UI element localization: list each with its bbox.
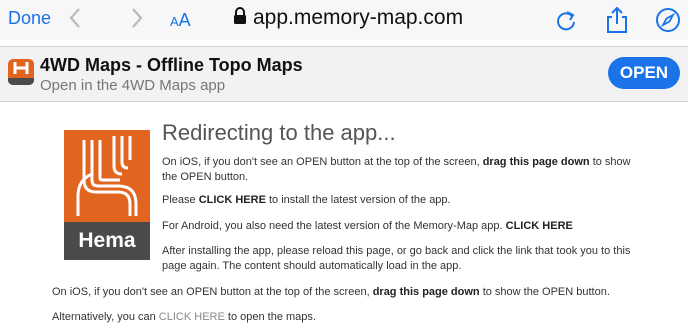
reload-instructions: After installing the app, please reload …	[162, 245, 631, 272]
share-icon[interactable]	[603, 6, 631, 34]
browser-toolbar: Done AA app.memory-map.com	[0, 0, 688, 40]
app-icon	[8, 59, 34, 85]
url-text: app.memory-map.com	[253, 6, 464, 29]
p1-bold: drag this page down	[482, 156, 590, 168]
android-instructions: For Android, you also need the latest ve…	[162, 219, 642, 234]
p2-text-end: to install the latest version of the app…	[265, 194, 451, 206]
text-size-big-a: A	[178, 10, 191, 30]
p2-text: Please	[162, 194, 199, 206]
app-subtitle: Open in the 4WD Maps app	[40, 77, 226, 94]
text-size-small-a: A	[170, 14, 179, 29]
hema-logo: Hema	[64, 130, 150, 260]
lock-icon	[233, 6, 247, 30]
open-maps-link[interactable]: CLICK HERE	[159, 311, 225, 323]
app-title: 4WD Maps - Offline Topo Maps	[40, 55, 303, 75]
p6-text: Alternatively, you can	[52, 311, 159, 323]
ios-instructions-2: On iOS, if you don't see an OPEN button …	[52, 285, 672, 300]
forward-arrow-icon[interactable]	[130, 7, 144, 35]
install-link[interactable]: CLICK HERE	[199, 194, 266, 206]
logo-mark	[64, 130, 150, 222]
ios-instructions: On iOS, if you don't see an OPEN button …	[162, 155, 642, 185]
reload-icon[interactable]	[552, 6, 580, 34]
p5-text-end: to show the OPEN button.	[479, 286, 610, 298]
install-instructions: Please CLICK HERE to install the latest …	[162, 193, 642, 208]
page-heading: Redirecting to the app...	[162, 120, 396, 145]
smart-app-banner: 4WD Maps - Offline Topo Maps Open in the…	[0, 46, 688, 102]
p6-text-end: to open the maps.	[224, 311, 316, 323]
android-link[interactable]: CLICK HERE	[506, 220, 573, 232]
back-arrow-icon[interactable]	[68, 7, 82, 35]
alternative-instructions: Alternatively, you can CLICK HERE to ope…	[52, 310, 672, 325]
p5-text: On iOS, if you don't see an OPEN button …	[52, 286, 373, 298]
done-button[interactable]: Done	[8, 8, 51, 29]
open-button[interactable]: OPEN	[608, 57, 680, 89]
p1-text: On iOS, if you don't see an OPEN button …	[162, 156, 483, 168]
compass-icon[interactable]	[654, 6, 682, 34]
logo-text: Hema	[64, 222, 150, 260]
address-bar[interactable]: app.memory-map.com	[233, 6, 463, 30]
p5-bold: drag this page down	[372, 286, 480, 298]
p3-text: For Android, you also need the latest ve…	[162, 220, 506, 232]
text-size-button[interactable]: AA	[170, 10, 191, 31]
